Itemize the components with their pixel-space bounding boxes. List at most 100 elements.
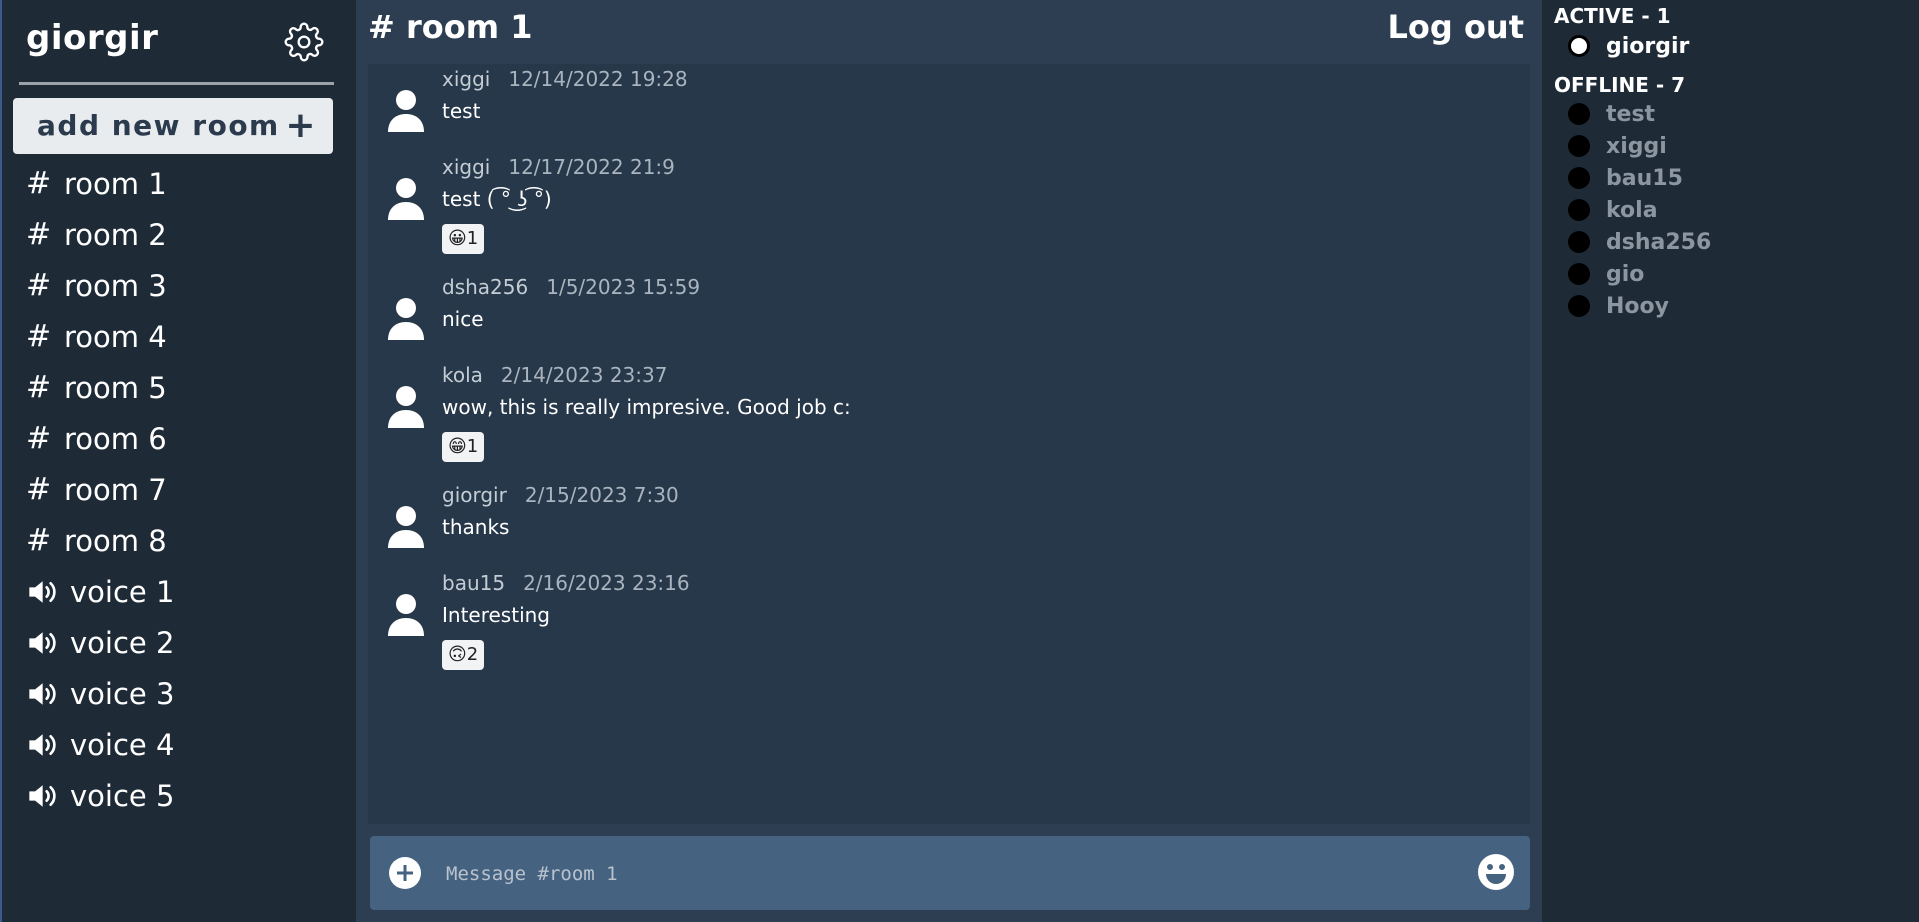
member-name: dsha256	[1606, 229, 1712, 255]
speaker-icon	[29, 733, 56, 756]
sidebar-item-voice-1[interactable]: voice 1	[26, 566, 174, 617]
member-item[interactable]: test	[1568, 98, 1655, 130]
sidebar-item-voice-3[interactable]: voice 3	[26, 668, 174, 719]
member-name: test	[1606, 101, 1656, 127]
gear-icon[interactable]	[284, 22, 324, 62]
message-author: dsha256	[442, 275, 529, 299]
message-timestamp: 2/16/2023 23:16	[523, 571, 690, 595]
reaction-badge[interactable]: 😁1	[442, 432, 485, 462]
sidebar-item-room-6[interactable]: # room 6	[26, 413, 174, 464]
member-name: gio	[1606, 261, 1645, 287]
channel-label: voice 1	[70, 574, 175, 609]
message-timestamp: 12/14/2022 19:28	[508, 67, 688, 91]
member-item[interactable]: giorgir	[1568, 30, 1689, 62]
channel-label: room 5	[64, 370, 167, 405]
message-composer	[370, 836, 1530, 910]
message-author: xiggi	[442, 67, 491, 91]
user-avatar-icon	[388, 594, 424, 636]
smiley-icon[interactable]	[1476, 852, 1516, 892]
offline-section-title: OFFLINE - 7	[1554, 73, 1686, 97]
offline-status-icon	[1568, 103, 1590, 125]
sidebar-item-room-2[interactable]: # room 2	[26, 209, 174, 260]
sidebar-item-room-5[interactable]: # room 5	[26, 362, 174, 413]
sidebar-item-room-1[interactable]: # room 1	[26, 158, 174, 209]
user-avatar-icon	[388, 506, 424, 548]
offline-status-icon	[1568, 135, 1590, 157]
channel-sidebar: giorgir add new room + # room 1 # room 2 #…	[0, 0, 354, 922]
member-item[interactable]: xiggi	[1568, 130, 1667, 162]
sidebar-item-room-7[interactable]: # room 7	[26, 464, 174, 515]
message-author: kola	[442, 363, 483, 387]
hash-icon: #	[26, 217, 52, 252]
channel-label: room 2	[64, 217, 167, 252]
channel-label: voice 3	[70, 676, 175, 711]
channel-label: room 8	[64, 523, 167, 558]
message-item: kola 2/14/2023 23:37 wow, this is really …	[368, 360, 1530, 480]
message-text: nice	[442, 307, 484, 331]
offline-status-icon	[1568, 199, 1590, 221]
hash-icon: #	[26, 370, 52, 405]
sidebar-item-voice-5[interactable]: voice 5	[26, 770, 174, 821]
user-avatar-icon	[388, 90, 424, 132]
plus-icon: +	[285, 105, 317, 146]
sidebar-item-room-4[interactable]: # room 4	[26, 311, 174, 362]
channel-label: voice 5	[70, 778, 175, 813]
message-item: xiggi 12/14/2022 19:28 test	[368, 64, 1530, 152]
message-list[interactable]: xiggi 12/14/2022 19:28 test xiggi 12/17/20…	[368, 64, 1530, 824]
message-author: xiggi	[442, 155, 491, 179]
speaker-icon	[29, 784, 56, 807]
offline-status-icon	[1568, 231, 1590, 253]
member-name: kola	[1606, 197, 1658, 223]
message-text: Interesting	[442, 603, 550, 627]
plus-circle-icon[interactable]	[388, 856, 422, 890]
sidebar-item-voice-2[interactable]: voice 2	[26, 617, 174, 668]
logout-button[interactable]: Log out	[1388, 8, 1524, 46]
reaction-badge[interactable]: 🙃2	[442, 640, 485, 670]
sidebar-item-room-3[interactable]: # room 3	[26, 260, 174, 311]
message-item: bau15 2/16/2023 23:16 Interesting 🙃2	[368, 568, 1530, 688]
member-name: Hooy	[1606, 293, 1669, 319]
channel-label: room 4	[64, 319, 167, 354]
message-timestamp: 12/17/2022 21:9	[508, 155, 675, 179]
offline-status-icon	[1568, 167, 1590, 189]
sidebar-item-voice-4[interactable]: voice 4	[26, 719, 174, 770]
member-item[interactable]: Hooy	[1568, 290, 1669, 322]
hash-icon: #	[26, 421, 52, 456]
user-avatar-icon	[388, 386, 424, 428]
speaker-icon	[29, 682, 56, 705]
speaker-icon	[29, 631, 56, 654]
message-input[interactable]	[444, 850, 1448, 898]
user-avatar-icon	[388, 178, 424, 220]
member-item[interactable]: dsha256	[1568, 226, 1711, 258]
active-section-title: ACTIVE - 1	[1554, 4, 1671, 28]
hash-icon: #	[26, 472, 52, 507]
online-status-icon	[1568, 35, 1590, 57]
message-author: giorgir	[442, 483, 507, 507]
message-timestamp: 2/15/2023 7:30	[524, 483, 679, 507]
message-text: wow, this is really impresive. Good job …	[442, 395, 851, 419]
speaker-icon	[29, 580, 56, 603]
hash-icon: #	[26, 523, 52, 558]
sidebar-item-room-8[interactable]: # room 8	[26, 515, 174, 566]
channel-label: voice 2	[70, 625, 175, 660]
sidebar-divider	[19, 82, 334, 85]
member-item[interactable]: kola	[1568, 194, 1658, 226]
channel-label: room 7	[64, 472, 167, 507]
offline-status-icon	[1568, 295, 1590, 317]
add-room-button[interactable]: add new room +	[13, 98, 333, 154]
message-text: test	[442, 99, 481, 123]
message-item: dsha256 1/5/2023 15:59 nice	[368, 272, 1530, 360]
member-list: ACTIVE - 1 giorgir OFFLINE - 7 test xigg…	[1542, 0, 1919, 922]
message-timestamp: 1/5/2023 15:59	[546, 275, 701, 299]
page-title: # room 1	[368, 8, 533, 46]
current-username: giorgir	[26, 18, 159, 58]
member-name: bau15	[1606, 165, 1683, 191]
hash-icon: #	[26, 319, 52, 354]
member-item[interactable]: bau15	[1568, 162, 1683, 194]
message-timestamp: 2/14/2023 23:37	[500, 363, 668, 387]
message-item: giorgir 2/15/2023 7:30 thanks	[368, 480, 1530, 568]
user-avatar-icon	[388, 298, 424, 340]
member-name: giorgir	[1606, 33, 1690, 59]
member-item[interactable]: gio	[1568, 258, 1644, 290]
reaction-badge[interactable]: 😀1	[442, 224, 485, 254]
